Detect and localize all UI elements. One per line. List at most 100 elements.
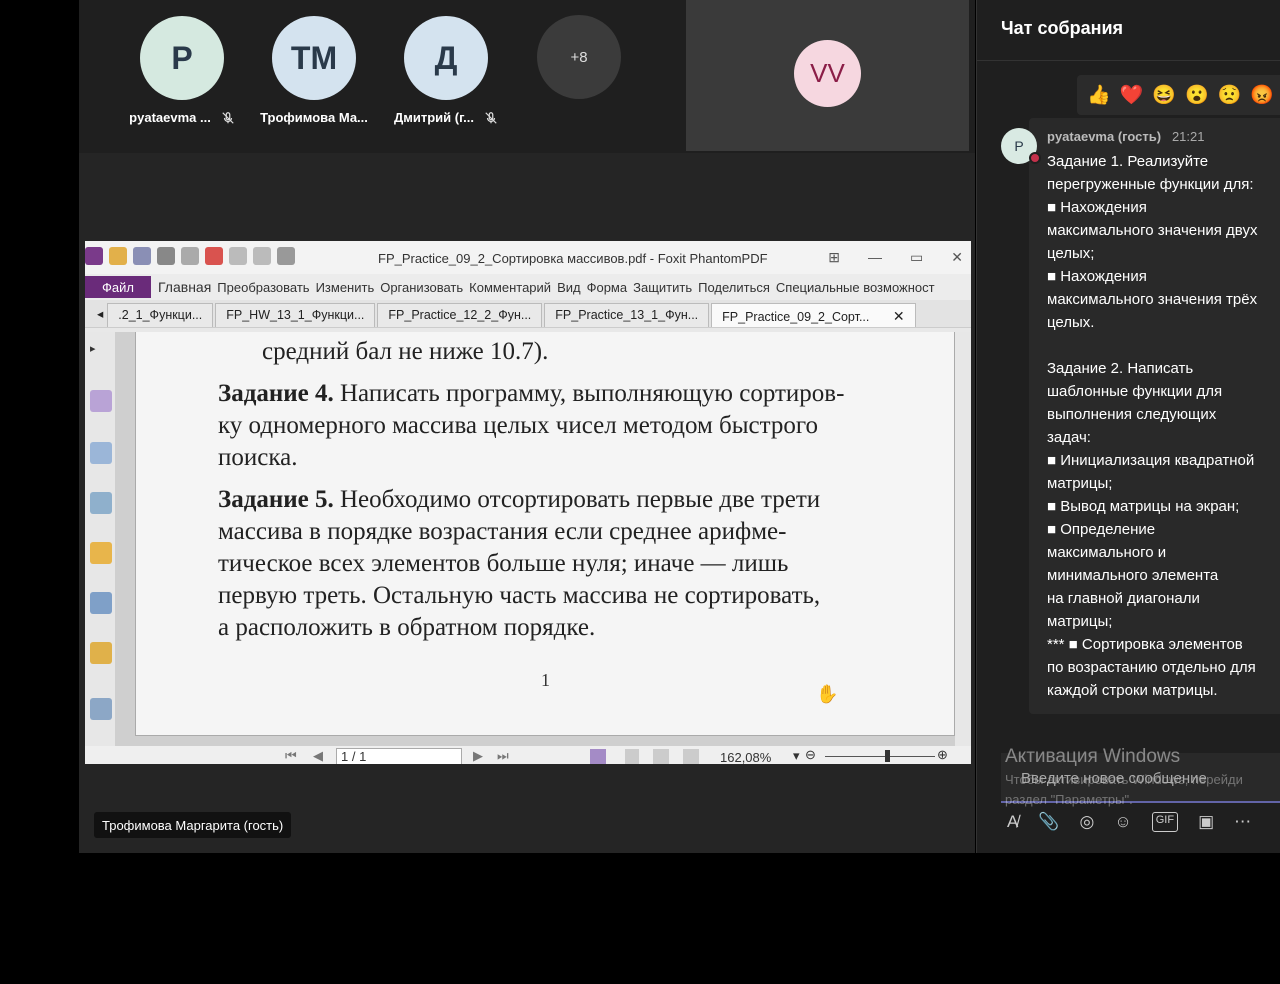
gif-icon[interactable]: GIF <box>1151 812 1179 832</box>
doc-text-line: а расположить в обратном порядке. <box>218 614 596 641</box>
participant-name: Трофимова Ма... <box>260 110 368 125</box>
facing-view-icon[interactable] <box>653 749 669 764</box>
participant-tile-1[interactable]: P pyataevma ... <box>117 16 247 125</box>
new-file-icon[interactable] <box>205 247 223 265</box>
single-page-view-icon[interactable] <box>590 749 606 764</box>
menu-item-form[interactable]: Форма <box>587 280 628 295</box>
menu-item-home[interactable]: Главная <box>158 279 211 295</box>
doc-text-line: массива в порядке возрастания если средн… <box>218 518 787 545</box>
format-icon[interactable]: A̸ <box>1007 812 1018 832</box>
last-page-icon[interactable]: ⏭ <box>497 748 509 764</box>
task-heading: Задание 4. <box>218 380 334 407</box>
next-page-icon[interactable]: ▶ <box>473 748 483 764</box>
menu-item-convert[interactable]: Преобразовать <box>217 280 309 295</box>
email-icon[interactable] <box>181 247 199 265</box>
close-icon[interactable]: ✕ <box>951 249 963 266</box>
form-fields-icon[interactable] <box>90 698 112 720</box>
undo-icon[interactable] <box>229 247 247 265</box>
message-time: 21:21 <box>1171 129 1205 144</box>
menu-item-edit[interactable]: Изменить <box>316 280 375 295</box>
emoji-icon[interactable]: ☺ <box>1114 812 1131 832</box>
document-tab[interactable]: .2_1_Функци... <box>107 303 214 327</box>
redo-icon[interactable] <box>253 247 271 265</box>
loop-icon[interactable]: ◎ <box>1080 812 1095 832</box>
presence-status-icon <box>1029 152 1041 164</box>
avatar: ТМ <box>272 16 356 100</box>
print-icon[interactable] <box>157 247 175 265</box>
attachment-icon[interactable] <box>90 592 112 614</box>
zoom-level[interactable]: 162,08% <box>720 750 771 764</box>
zoom-out-icon[interactable]: ⊖ <box>805 747 816 763</box>
file-menu-button[interactable]: Файл <box>85 276 151 298</box>
save-icon[interactable] <box>133 247 151 265</box>
sad-reaction-icon[interactable]: 😟 <box>1218 83 1242 107</box>
like-reaction-icon[interactable]: 👍 <box>1087 83 1111 107</box>
participant-tile-3[interactable]: Д Дмитрий (г... <box>381 16 511 125</box>
pdf-statusbar: ⏮ ◀ 1 / 1 ▶ ⏭ 162,08% ▾ ⊖ ⊕ <box>85 746 971 764</box>
minimize-icon[interactable]: — <box>868 249 882 266</box>
vertical-scrollbar[interactable] <box>955 332 971 746</box>
shared-screen-pdf-window: FP_Practice_09_2_Сортировка массивов.pdf… <box>85 241 971 764</box>
quick-access-toolbar <box>85 247 295 265</box>
first-page-icon[interactable]: ⏮ <box>285 748 297 764</box>
zoom-slider-thumb[interactable] <box>885 750 890 762</box>
participant-tile-2[interactable]: ТМ Трофимова Ма... <box>249 16 379 125</box>
pdf-window-title: FP_Practice_09_2_Сортировка массивов.pdf… <box>378 251 768 266</box>
menu-item-comment[interactable]: Комментарий <box>469 280 551 295</box>
layout-icon[interactable]: ⊞ <box>828 249 840 266</box>
comments-icon[interactable] <box>90 542 112 564</box>
more-options-icon[interactable]: ⋯ <box>1234 812 1251 832</box>
video-tile[interactable]: VV <box>686 0 969 151</box>
page-number-input[interactable]: 1 / 1 <box>336 748 462 764</box>
more-participants-button[interactable]: +8 <box>537 15 621 99</box>
document-tab[interactable]: FP_Practice_13_1_Фун... <box>544 303 710 327</box>
page-number: 1 <box>541 670 550 690</box>
compose-toolbar: A̸ 📎 ◎ ☺ GIF ▣ ⋯ <box>1007 812 1251 832</box>
thumbnails-icon[interactable] <box>90 442 112 464</box>
menu-item-protect[interactable]: Защитить <box>633 280 692 295</box>
continuous-facing-view-icon[interactable] <box>683 749 699 764</box>
zoom-in-icon[interactable]: ⊕ <box>937 747 948 763</box>
menu-item-view[interactable]: Вид <box>557 280 581 295</box>
heart-reaction-icon[interactable]: ❤️ <box>1120 83 1144 107</box>
surprised-reaction-icon[interactable]: 😮 <box>1185 83 1209 107</box>
laugh-reaction-icon[interactable]: 😆 <box>1152 83 1176 107</box>
zoom-slider[interactable] <box>825 756 935 757</box>
menu-item-accessibility[interactable]: Специальные возможност <box>776 280 935 295</box>
sticker-icon[interactable]: ▣ <box>1198 812 1214 832</box>
maximize-icon[interactable]: ▭ <box>910 249 923 266</box>
open-folder-icon[interactable] <box>109 247 127 265</box>
participant-name: Дмитрий (г... <box>393 110 475 125</box>
chat-title: Чат собрания <box>1001 18 1124 38</box>
prev-page-icon[interactable]: ◀ <box>313 748 323 764</box>
doc-text-line: Задание 4. Написать программу, выполняющ… <box>218 380 845 407</box>
doc-text-line: Задание 5. Необходимо отсортировать перв… <box>218 486 821 513</box>
app-logo-icon <box>85 247 103 265</box>
lock-icon[interactable] <box>90 642 112 664</box>
doc-text-line: тическое всех элементов больше нуля; ина… <box>218 550 789 577</box>
tabs-scroll-left-icon[interactable]: ◂ <box>85 306 107 327</box>
participant-name: pyataevma ... <box>129 110 211 125</box>
attach-icon[interactable]: 📎 <box>1038 812 1059 832</box>
angry-reaction-icon[interactable]: 😡 <box>1250 83 1274 107</box>
close-tab-icon[interactable]: ✕ <box>893 308 905 324</box>
document-tab-active[interactable]: FP_Practice_09_2_Сорт... ✕ <box>711 303 916 327</box>
speaker-name-badge: Трофимова Маргарита (гость) <box>94 812 292 838</box>
menu-item-organize[interactable]: Организовать <box>380 280 463 295</box>
continuous-view-icon[interactable] <box>625 749 639 764</box>
layers-icon[interactable] <box>90 492 112 514</box>
document-tab[interactable]: FP_Practice_12_2_Фун... <box>377 303 543 327</box>
menu-item-share[interactable]: Поделиться <box>698 280 770 295</box>
mic-off-icon <box>485 111 497 124</box>
task-heading: Задание 5. <box>218 486 334 513</box>
expand-panel-icon[interactable]: ▸ <box>90 342 102 355</box>
pages-icon[interactable] <box>90 390 112 412</box>
message-author: pyataevma (гость) <box>1047 129 1162 144</box>
compose-input[interactable]: Введите новое сообщение <box>1021 770 1207 787</box>
doc-text-line: первую треть. Остальную часть массива не… <box>218 582 821 609</box>
document-tab[interactable]: FP_HW_13_1_Функци... <box>215 303 376 327</box>
hand-tool-icon[interactable] <box>277 247 295 265</box>
zoom-dropdown-icon[interactable]: ▾ <box>793 748 800 764</box>
mic-off-icon <box>222 111 234 124</box>
doc-text-line: средний бал не ниже 10.7). <box>262 338 549 365</box>
